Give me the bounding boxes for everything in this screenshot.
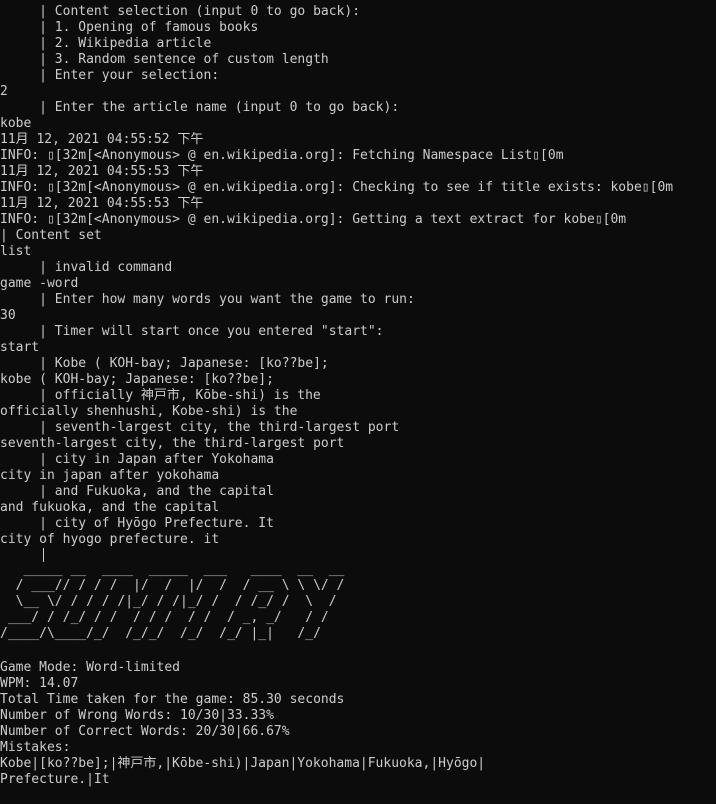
console-line: | city in Japan after Yokohama — [0, 452, 274, 467]
console-line: | Timer will start once you entered "sta… — [0, 324, 384, 339]
console-line: city in japan after yokohama — [0, 468, 220, 483]
console-line: | 2. Wikipedia article — [0, 36, 212, 51]
console-line: officially shenhushi, Kobe-shi) is the — [0, 404, 298, 419]
correct-words: Number of Correct Words: 20/30|66.67% — [0, 724, 290, 739]
console-line: | officially 神戸市, Kōbe-shi) is the — [0, 388, 321, 403]
console-line: | and Fukuoka, and the capital — [0, 484, 274, 499]
console-line: | Enter how many words you want the game… — [0, 292, 415, 307]
game-mode: Game Mode: Word-limited — [0, 660, 181, 675]
wrong-words: Number of Wrong Words: 10/30|33.33% — [0, 708, 274, 723]
console-line: | Content selection (input 0 to go back)… — [0, 4, 361, 19]
prompt-bar — [43, 548, 44, 562]
console-line: INFO: ▯[32m[<Anonymous> @ en.wikipedia.o… — [0, 180, 674, 195]
console-line: | 3. Random sentence of custom length — [0, 52, 329, 67]
console-line: 30 — [0, 308, 16, 323]
mistakes-label: Mistakes: — [0, 740, 71, 755]
console-line: | 1. Opening of famous books — [0, 20, 259, 35]
wpm: WPM: 14.07 — [0, 676, 79, 691]
console-line: INFO: ▯[32m[<Anonymous> @ en.wikipedia.o… — [0, 148, 564, 163]
console-output: | Content selection (input 0 to go back)… — [0, 4, 716, 564]
console-line: list — [0, 244, 32, 259]
console-line: and fukuoka, and the capital — [0, 500, 220, 515]
game-summary: Game Mode: Word-limited WPM: 14.07 Total… — [0, 660, 716, 788]
console-line: 2 — [0, 84, 8, 99]
console-line: | city of Hyōgo Prefecture. It — [0, 516, 274, 531]
console-line: | invalid command — [0, 260, 173, 275]
console-line: seventh-largest city, the third-largest … — [0, 436, 345, 451]
mistakes-list: Prefecture.|It — [0, 772, 110, 787]
total-time: Total Time taken for the game: 85.30 sec… — [0, 692, 345, 707]
console-line: game -word — [0, 276, 79, 291]
console-line: | Enter the article name (input 0 to go … — [0, 100, 400, 115]
console-line: 11月 12, 2021 04:55:53 下午 — [0, 196, 204, 211]
console-line: 11月 12, 2021 04:55:53 下午 — [0, 164, 204, 179]
console-line: | Kobe ( KOH-bay; Japanese: [ko??be]; — [0, 356, 329, 371]
mistakes-list: Kobe|[ko??be];|神戸市,|Kōbe-shi)|Japan|Yoko… — [0, 756, 486, 771]
console-line: | Content set — [0, 228, 102, 243]
console-line: kobe ( KOH-bay; Japanese: [ko??be]; — [0, 372, 274, 387]
console-line: | seventh-largest city, the third-larges… — [0, 420, 400, 435]
summary-ascii-banner: _____ __ ____ _____ ___ ____ __ __ / ___… — [0, 562, 345, 641]
console-line: city of hyogo prefecture. it — [0, 532, 220, 547]
console-line: 11月 12, 2021 04:55:52 下午 — [0, 132, 204, 147]
console-line: kobe — [0, 116, 32, 131]
console-line: | Enter your selection: — [0, 68, 220, 83]
console-line: start — [0, 340, 40, 355]
console-line: INFO: ▯[32m[<Anonymous> @ en.wikipedia.o… — [0, 212, 627, 227]
